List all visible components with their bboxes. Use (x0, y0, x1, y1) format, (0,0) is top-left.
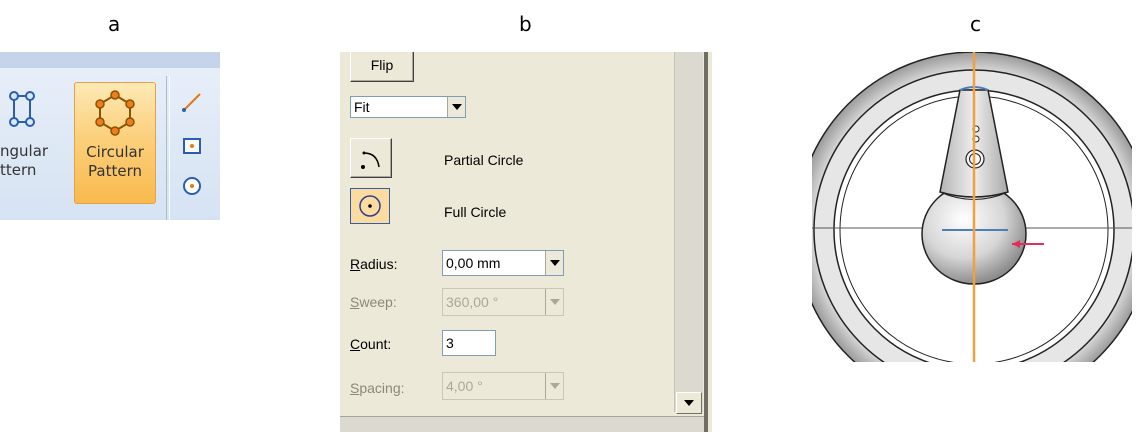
angular-pattern-label-2: ttern (0, 161, 37, 179)
panel-label-b: b (519, 12, 532, 36)
pattern-options-dialog: Flip Fit Partial Circle Full Circle Radi… (340, 52, 712, 432)
flip-button[interactable]: Flip (350, 52, 414, 82)
circular-pattern-label-2: Pattern (88, 162, 142, 180)
circle-icon[interactable] (180, 174, 204, 198)
ribbon-separator (166, 76, 170, 220)
radius-value: 0,00 mm (446, 255, 501, 271)
circular-pattern-label-1: Circular (86, 143, 144, 161)
count-input[interactable]: 3 (442, 330, 496, 356)
spacing-value: 4,00 ° (446, 378, 483, 394)
chevron-down-icon[interactable] (545, 373, 563, 399)
chevron-down-icon[interactable] (545, 251, 563, 275)
dialog-border (704, 52, 708, 432)
radius-label: Radius: (350, 256, 398, 272)
chevron-down-icon (684, 400, 694, 406)
full-circle-button[interactable] (350, 188, 390, 224)
circular-pattern-preview (812, 52, 1132, 362)
line-icon[interactable] (180, 90, 204, 114)
radius-dropdown[interactable]: 0,00 mm (442, 250, 564, 276)
chevron-down-icon[interactable] (447, 97, 465, 117)
spacing-dropdown[interactable]: 4,00 ° (442, 372, 564, 400)
full-circle-icon (359, 195, 381, 217)
partial-circle-button[interactable] (350, 138, 392, 178)
sweep-dropdown[interactable]: 360,00 ° (442, 288, 564, 316)
panel-label-c: c (970, 12, 981, 36)
angular-pattern-icon (9, 91, 35, 127)
horizontal-scrollbar[interactable] (340, 416, 704, 432)
panel-label-a: a (108, 12, 121, 36)
spacing-label: Spacing: (350, 380, 405, 396)
fit-dropdown-value: Fit (354, 99, 370, 115)
sweep-label: Sweep: (350, 294, 397, 310)
vertical-scrollbar[interactable] (674, 52, 703, 412)
angular-pattern-button[interactable]: ngular ttern (0, 82, 70, 202)
rectangle-icon[interactable] (180, 134, 204, 158)
3d-model-view[interactable] (812, 52, 1132, 362)
partial-circle-icon (361, 151, 380, 169)
full-circle-label: Full Circle (444, 204, 507, 220)
flip-button-label: Flip (370, 57, 394, 73)
count-label: Count: (350, 336, 392, 352)
sweep-value: 360,00 ° (446, 294, 499, 310)
circular-pattern-icon (95, 90, 135, 136)
chevron-down-icon[interactable] (545, 289, 563, 315)
scroll-down-button[interactable] (676, 392, 702, 414)
fit-dropdown[interactable]: Fit (350, 96, 466, 118)
angular-pattern-label-1: ngular (0, 142, 49, 160)
ribbon-tab-strip (0, 52, 220, 69)
ribbon-excerpt: ngular ttern Circular Pattern (0, 52, 220, 220)
circular-pattern-button[interactable]: Circular Pattern (74, 82, 156, 204)
partial-circle-label: Partial Circle (444, 152, 524, 168)
count-value: 3 (446, 335, 454, 351)
